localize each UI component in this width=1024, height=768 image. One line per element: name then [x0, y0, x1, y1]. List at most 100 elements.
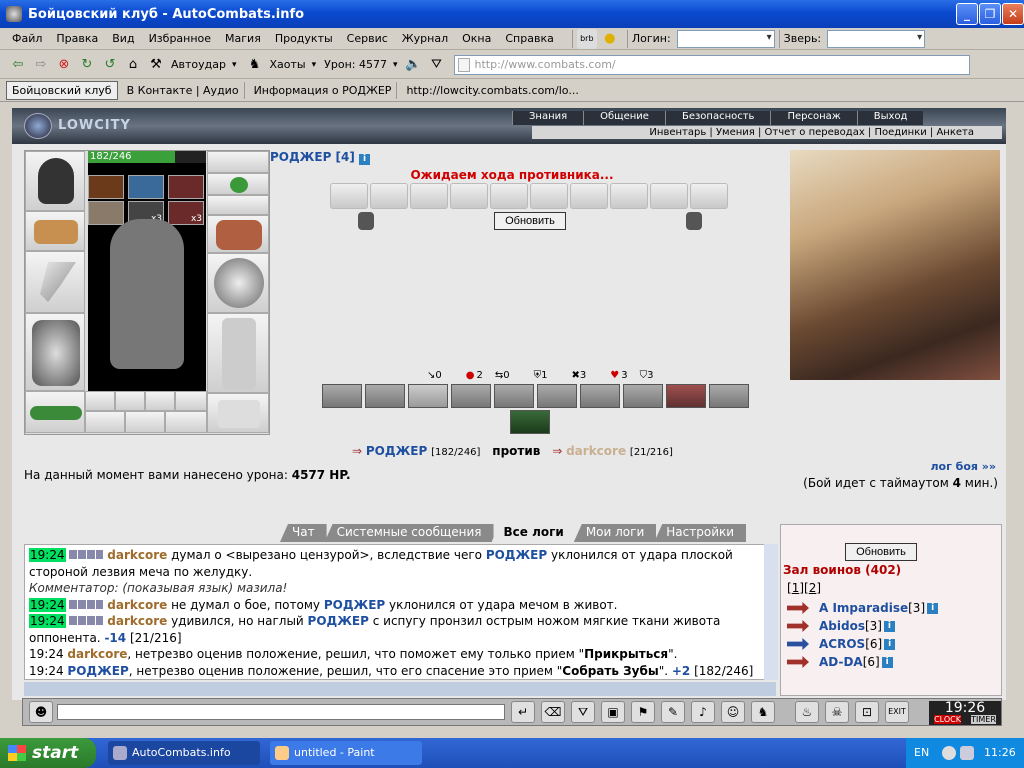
- stop-icon[interactable]: ⊗: [54, 55, 74, 75]
- helmet-slot[interactable]: [25, 151, 85, 211]
- lock-icon[interactable]: ⊡: [855, 701, 879, 723]
- clock-label[interactable]: CLOCK: [934, 715, 961, 724]
- menu-edit[interactable]: Правка: [56, 32, 98, 45]
- autoudar-button[interactable]: Автоудар: [171, 58, 226, 71]
- spell-slot[interactable]: [450, 183, 488, 209]
- belt-slot[interactable]: [25, 391, 85, 433]
- chevron-down-icon[interactable]: ▾: [312, 60, 317, 70]
- task-paint[interactable]: untitled - Paint: [270, 741, 422, 765]
- spell-slot[interactable]: [490, 183, 528, 209]
- info-icon[interactable]: i: [884, 638, 896, 650]
- refresh-room-button[interactable]: Обновить: [845, 543, 917, 561]
- page-1-link[interactable]: 1: [792, 581, 800, 595]
- skill-button[interactable]: [408, 384, 448, 408]
- nav-character[interactable]: Персонаж: [770, 111, 857, 125]
- skill-button[interactable]: [451, 384, 491, 408]
- nav-exit[interactable]: Выход: [856, 111, 924, 125]
- menu-view[interactable]: Вид: [112, 32, 134, 45]
- filter-icon[interactable]: ⛛: [571, 701, 595, 723]
- spell-slot[interactable]: [330, 183, 368, 209]
- language-indicator[interactable]: EN: [914, 738, 929, 768]
- spell-slot[interactable]: [370, 183, 408, 209]
- tab-settings[interactable]: Настройки: [654, 524, 747, 542]
- haoty-button[interactable]: Хаоты: [270, 58, 306, 71]
- home-icon[interactable]: ⌂: [123, 55, 143, 75]
- skill-button[interactable]: [623, 384, 663, 408]
- chat-log[interactable]: 19:24 darkcore думал о <вырезано цензуро…: [24, 544, 776, 680]
- menu-favorites[interactable]: Избранное: [149, 32, 211, 45]
- empty-slot-1[interactable]: [115, 391, 145, 411]
- exit-icon[interactable]: EXIT: [885, 701, 909, 723]
- weapon-slot[interactable]: [25, 251, 85, 313]
- spell-slot[interactable]: [610, 183, 648, 209]
- list-item[interactable]: A Imparadise [3] i: [787, 599, 939, 617]
- mask-icon[interactable]: ☠: [825, 701, 849, 723]
- nav-communication[interactable]: Общение: [583, 111, 665, 125]
- tab-my-logs[interactable]: Мои логи: [573, 524, 657, 542]
- site-subnav[interactable]: Инвентарь | Умения | Отчет о переводах |…: [532, 126, 1002, 139]
- nick[interactable]: darkcore: [107, 614, 167, 628]
- p1-name[interactable]: РОДЖЕР: [366, 444, 427, 458]
- player-nick[interactable]: Abidos: [819, 619, 865, 633]
- menu-file[interactable]: Файл: [12, 32, 42, 45]
- chevron-down-icon[interactable]: ▾: [393, 60, 398, 70]
- skill-button[interactable]: [537, 384, 577, 408]
- info-icon[interactable]: i: [883, 620, 895, 632]
- empty-slot-3[interactable]: [175, 391, 207, 411]
- eraser-icon[interactable]: ⌫: [541, 701, 565, 723]
- nick[interactable]: РОДЖЕР: [324, 598, 385, 612]
- amulet-slot[interactable]: [207, 151, 269, 173]
- chevron-down-icon[interactable]: ▾: [232, 60, 237, 70]
- nick[interactable]: darkcore: [67, 647, 127, 661]
- chat-input[interactable]: [57, 704, 505, 720]
- info-icon[interactable]: i: [927, 602, 939, 614]
- gloves-slot[interactable]: [207, 215, 269, 253]
- nick[interactable]: darkcore: [107, 548, 167, 562]
- bookmark-lowcity[interactable]: http://lowcity.combats.com/lo...: [401, 82, 583, 99]
- volume-icon[interactable]: [960, 746, 974, 760]
- player-nick[interactable]: A Imparadise: [819, 601, 908, 615]
- tab-system[interactable]: Системные сообщения: [324, 524, 494, 542]
- flask-slot[interactable]: [85, 391, 115, 411]
- battle-log-link[interactable]: лог боя »»: [930, 460, 996, 473]
- potion-slot-2[interactable]: x3: [168, 201, 204, 225]
- save-icon[interactable]: ▣: [601, 701, 625, 723]
- walk-icon[interactable]: ⚑: [631, 701, 655, 723]
- nav-security[interactable]: Безопасность: [664, 111, 771, 125]
- bookmark-info-roger[interactable]: Информация о РОДЖЕР: [249, 82, 398, 99]
- task-autocombats[interactable]: AutoCombats.info: [108, 741, 260, 765]
- chat-hscroll[interactable]: [24, 682, 776, 696]
- skill-button[interactable]: [365, 384, 405, 408]
- boots-slot[interactable]: [207, 393, 269, 433]
- skill-button[interactable]: [322, 384, 362, 408]
- rune-slot-3[interactable]: [165, 411, 207, 433]
- p2-name[interactable]: darkcore: [566, 444, 626, 458]
- player-nick[interactable]: AD-DA: [819, 655, 863, 669]
- legs-slot[interactable]: [207, 313, 269, 393]
- page-2-link[interactable]: 2: [809, 581, 817, 595]
- spell-slot[interactable]: [530, 183, 568, 209]
- empty-slot-2[interactable]: [145, 391, 175, 411]
- ring-slot-3[interactable]: [168, 175, 204, 199]
- skill-button[interactable]: [709, 384, 749, 408]
- timer-label[interactable]: TIMER: [971, 715, 996, 724]
- brb-icon[interactable]: brb: [576, 28, 597, 49]
- forward-icon[interactable]: ⇨: [31, 55, 51, 75]
- uron-button[interactable]: Урон: 4577: [324, 58, 387, 71]
- skill-button[interactable]: [666, 384, 706, 408]
- address-bar[interactable]: http://www.combats.com/: [453, 54, 970, 75]
- skill-button[interactable]: [494, 384, 534, 408]
- menu-help[interactable]: Справка: [505, 32, 553, 45]
- bracers-slot[interactable]: [25, 211, 85, 251]
- rune-slot-2[interactable]: [125, 411, 165, 433]
- login-combo[interactable]: [676, 29, 775, 48]
- nav-knowledge[interactable]: Знания: [512, 111, 584, 125]
- zver-combo[interactable]: [827, 29, 926, 48]
- cat-slot[interactable]: [88, 201, 124, 225]
- menu-journal[interactable]: Журнал: [402, 32, 448, 45]
- shield-slot[interactable]: [207, 253, 269, 313]
- network-icon[interactable]: [942, 746, 956, 760]
- head-icon[interactable]: ☻: [29, 701, 53, 723]
- site-logo[interactable]: LOWCITY: [18, 110, 130, 142]
- enter-icon[interactable]: ↵: [511, 701, 535, 723]
